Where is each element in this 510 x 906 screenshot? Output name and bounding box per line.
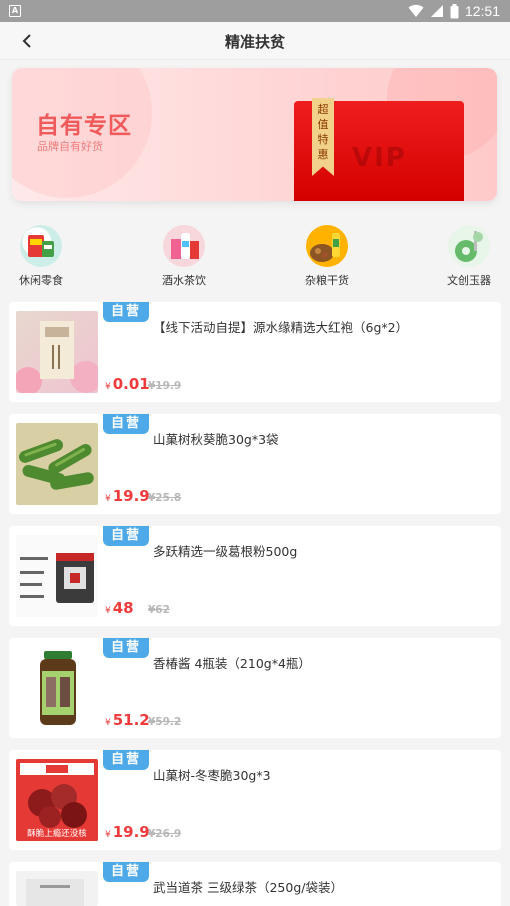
product-card[interactable]: 自营 武当道茶 三级绿茶（250g/袋装） [9, 862, 501, 906]
self-operated-tag: 自营 [103, 750, 149, 770]
self-operated-tag: 自营 [103, 302, 149, 322]
original-price: ¥26.9 [148, 828, 182, 840]
original-price: ¥59.2 [148, 716, 182, 728]
status-bar: A 12:51 [0, 0, 510, 22]
currency-symbol: ¥ [105, 494, 111, 504]
notification-icon: A [9, 5, 21, 17]
product-image [16, 535, 98, 617]
vip-text: VIP [352, 143, 407, 173]
jade-icon [448, 225, 490, 267]
product-name: 【线下活动自提】源水缘精选大红袍（6g*2） [153, 320, 409, 335]
original-price: ¥62 [148, 604, 170, 616]
product-name: 山菓树秋葵脆30g*3袋 [153, 432, 279, 447]
category-label: 酒水茶饮 [162, 274, 206, 287]
product-name: 香椿酱 4瓶装（210g*4瓶） [153, 656, 311, 671]
product-name: 武当道茶 三级绿茶（250g/袋装） [153, 880, 343, 895]
product-card[interactable]: 自营 【线下活动自提】源水缘精选大红袍（6g*2） ¥0.01 ¥19.9 [9, 302, 501, 402]
product-price: ¥19.9 [105, 487, 150, 505]
drinks-icon [163, 225, 205, 267]
product-name: 山菓树-冬枣脆30g*3 [153, 768, 271, 783]
product-image [16, 871, 98, 906]
banner-subtitle: 品牌自有好货 [37, 140, 103, 153]
product-price: ¥19.9 [105, 823, 150, 841]
category-label: 文创玉器 [447, 274, 491, 287]
snack-icon [20, 225, 62, 267]
product-image [16, 647, 98, 729]
category-jade[interactable]: 文创玉器 [439, 225, 499, 288]
status-icons: 12:51 [408, 3, 500, 19]
product-card[interactable]: 自营 多跃精选一级葛根粉500g ¥48 ¥62 [9, 526, 501, 626]
category-drinks[interactable]: 酒水茶饮 [154, 225, 214, 288]
self-operated-tag: 自营 [103, 638, 149, 658]
promo-banner[interactable]: 自有专区 品牌自有好货 超 值 特 惠 VIP [12, 68, 497, 201]
vip-gift-box: 超 值 特 惠 VIP [294, 98, 464, 201]
price-value: 48 [112, 599, 134, 617]
price-value: 19.9 [112, 823, 150, 841]
currency-symbol: ¥ [105, 830, 111, 840]
original-price: ¥25.8 [148, 492, 182, 504]
original-price: ¥19.9 [148, 380, 182, 392]
product-card[interactable]: 自营 山菓树秋葵脆30g*3袋 ¥19.9 ¥25.8 [9, 414, 501, 514]
currency-symbol: ¥ [105, 382, 111, 392]
product-image [16, 423, 98, 505]
battery-icon [450, 3, 459, 18]
category-row: 休闲零食 酒水茶饮 杂粮干货 文创玉器 [0, 225, 510, 291]
clock: 12:51 [464, 3, 500, 19]
currency-symbol: ¥ [105, 718, 111, 728]
product-price: ¥51.2 [105, 711, 150, 729]
product-card[interactable]: 酥脆上瘾还没核 自营 山菓树-冬枣脆30g*3 ¥19.9 ¥26.9 [9, 750, 501, 850]
nav-bar: 精准扶贫 [0, 22, 510, 60]
price-value: 19.9 [112, 487, 150, 505]
category-label: 杂粮干货 [305, 274, 349, 287]
category-snacks[interactable]: 休闲零食 [11, 225, 71, 288]
product-card[interactable]: 自营 香椿酱 4瓶装（210g*4瓶） ¥51.2 ¥59.2 [9, 638, 501, 738]
price-value: 0.01 [112, 375, 150, 393]
banner-title: 自有专区 [36, 113, 132, 139]
product-image-caption: 酥脆上瘾还没核 [16, 828, 98, 841]
price-value: 51.2 [112, 711, 150, 729]
signal-icon [430, 5, 443, 17]
self-operated-tag: 自营 [103, 526, 149, 546]
product-price: ¥48 [105, 599, 134, 617]
ribbon-badge: 超 值 特 惠 [312, 98, 334, 176]
self-operated-tag: 自营 [103, 414, 149, 434]
product-name: 多跃精选一级葛根粉500g [153, 544, 298, 559]
product-price: ¥0.01 [105, 375, 150, 393]
wifi-icon [408, 4, 424, 17]
self-operated-tag: 自营 [103, 862, 149, 882]
category-grains[interactable]: 杂粮干货 [297, 225, 357, 288]
ribbon-text: 超 值 特 惠 [317, 103, 329, 161]
category-label: 休闲零食 [19, 274, 63, 287]
grains-icon [306, 225, 348, 267]
product-image [16, 311, 98, 393]
page-title: 精准扶贫 [224, 33, 285, 51]
currency-symbol: ¥ [105, 606, 111, 616]
product-image: 酥脆上瘾还没核 [16, 759, 98, 841]
